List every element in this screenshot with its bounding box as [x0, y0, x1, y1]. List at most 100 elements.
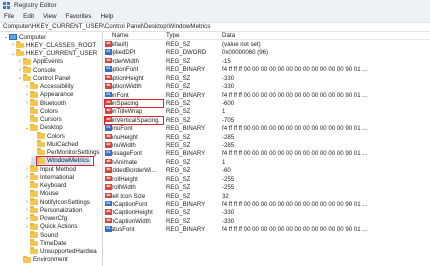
value-type: REG_DWORD: [166, 49, 207, 57]
string-value-icon: ab: [105, 175, 112, 182]
tree-item[interactable]: ⌄ Control Panel: [17, 74, 73, 82]
tree-item[interactable]: › Bluetooth: [24, 98, 68, 107]
value-row[interactable]: 01 StatusFont REG_BINARY f4 ff ff ff 00 00 …: [104, 226, 430, 234]
tree-item[interactable]: › Quick Actions: [24, 222, 79, 231]
folder-icon: [30, 239, 38, 246]
column-header-name[interactable]: Name: [112, 32, 129, 39]
tree-item[interactable]: UnsupportedHardwa: [24, 247, 99, 256]
tree-item[interactable]: › Appearance: [24, 90, 75, 99]
tree-item-label: Control Panel: [33, 74, 71, 82]
string-value-icon: ab: [105, 142, 112, 148]
value-name-cell: ab MinAnimate: [105, 158, 137, 166]
value-name-cell: ab IconTitleWrap: [105, 108, 142, 115]
tree-item[interactable]: Sound: [24, 230, 60, 239]
tree-item[interactable]: › Personalization: [24, 206, 84, 214]
value-name-cell: ab SmCaptionHeight: [105, 209, 153, 216]
value-type: REG_SZ: [166, 175, 191, 183]
folder-icon: [30, 222, 38, 230]
value-name-cell: 01 MenuFont: [105, 125, 132, 132]
value-row[interactable]: ab ScrollHeight REG_SZ -255: [104, 175, 430, 184]
value-data: 1: [222, 108, 226, 116]
tree-item[interactable]: › Input Method: [24, 164, 78, 173]
tree-item[interactable]: Keyboard: [24, 181, 69, 190]
value-type: REG_BINARY: [166, 125, 206, 133]
tree-item[interactable]: ⌄ Desktop: [24, 123, 65, 132]
string-value-icon: ab: [105, 108, 112, 114]
menu-edit[interactable]: Edit: [23, 13, 34, 20]
tree-item[interactable]: ⌄ Computer: [3, 33, 48, 41]
tree-item-label: Input Method: [40, 165, 77, 173]
tree-item[interactable]: TimeDate: [24, 239, 69, 247]
value-type: REG_BINARY: [166, 66, 206, 74]
tree-item-label: Colors: [40, 107, 58, 115]
column-header-type[interactable]: Type: [166, 32, 179, 39]
folder-icon: [37, 131, 45, 139]
tree-item[interactable]: › PowerCfg: [24, 214, 69, 223]
tree-item[interactable]: › International: [24, 173, 76, 181]
value-data: f4 ff ff ff 00 00 00 00 00 00 00 00 00 0…: [222, 226, 368, 234]
tree-item-label: Accessibility: [40, 83, 74, 90]
tree-item[interactable]: › AppEvents: [17, 57, 65, 66]
value-name: PaddedBorderWi...: [105, 167, 157, 175]
value-row[interactable]: ab BorderWidth REG_SZ -15: [104, 57, 430, 66]
value-row[interactable]: ab (Default) REG_SZ (value not set): [104, 41, 430, 49]
tree-item[interactable]: Mouse: [24, 189, 61, 198]
tree-item-label: Bluetooth: [40, 99, 67, 107]
value-name-cell: 01 SmCaptionFont: [105, 200, 147, 208]
value-row[interactable]: ab SmCaptionHeight REG_SZ -330: [104, 209, 430, 217]
value-name-cell: 01 AppliedDPI: [105, 49, 136, 56]
folder-icon: [37, 148, 45, 156]
value-name-cell: ab MenuHeight: [105, 133, 138, 141]
tree-item[interactable]: ⌄ HKEY_CURRENT_USER: [10, 49, 99, 58]
menu-file[interactable]: File: [4, 13, 14, 20]
tree-item[interactable]: › HKEY_CLASSES_ROOT: [10, 41, 98, 49]
tree-item[interactable]: Cursors: [24, 115, 64, 124]
address-bar[interactable]: Computer\HKEY_CURRENT_USER\Control Panel…: [0, 22, 430, 32]
tree-item[interactable]: Colors: [31, 131, 67, 140]
menu-bar: File Edit View Favorites Help: [0, 11, 430, 22]
tree-item-label: Cursors: [40, 116, 62, 123]
menu-help[interactable]: Help: [100, 13, 113, 20]
tree-item-label: Appearance: [40, 91, 74, 99]
value-row[interactable]: ab MenuWidth REG_SZ -285: [104, 142, 430, 150]
value-row[interactable]: ab CaptionHeight REG_SZ -330: [104, 74, 430, 83]
value-row[interactable]: ab CaptionWidth REG_SZ -330: [104, 83, 430, 91]
value-data: -330: [222, 217, 235, 225]
value-data: -60: [222, 167, 231, 175]
tree-item[interactable]: MuiCached: [31, 140, 80, 148]
registry-app-icon: [3, 2, 10, 9]
tree-item[interactable]: › NotifyIconSettings: [24, 197, 92, 206]
string-value-icon: ab: [105, 133, 112, 140]
tree-item-label: Quick Actions: [40, 223, 78, 231]
menu-favorites[interactable]: Favorites: [66, 13, 92, 20]
value-row[interactable]: ab MenuHeight REG_SZ -285: [104, 133, 430, 142]
binary-value-icon: 01: [105, 200, 112, 207]
value-row[interactable]: ab SmCaptionWidth REG_SZ -330: [104, 217, 430, 226]
value-row[interactable]: ab MinAnimate REG_SZ 1: [104, 158, 430, 167]
folder-icon: [30, 82, 38, 90]
value-data: -705: [222, 116, 235, 124]
menu-view[interactable]: View: [43, 13, 57, 20]
tree-item-label: PowerCfg: [40, 215, 68, 222]
tree-item[interactable]: › Accessibility: [24, 82, 76, 91]
column-header-data[interactable]: Data: [222, 32, 235, 39]
tree-item[interactable]: Environment: [17, 255, 70, 264]
value-row[interactable]: 01 MessageFont REG_BINARY f4 ff ff ff 00 00…: [104, 150, 430, 158]
tree-item[interactable]: › Console: [17, 65, 58, 74]
value-type: REG_SZ: [166, 217, 191, 225]
tree-item-label: NotifyIconSettings: [40, 198, 90, 206]
value-data: f4 ff ff ff 00 00 00 00 00 00 00 00 00 0…: [222, 91, 368, 99]
value-row[interactable]: 01 SmCaptionFont REG_BINARY f4 ff ff ff 00 …: [104, 200, 430, 209]
value-row[interactable]: ab PaddedBorderWi... REG_SZ -60: [104, 167, 430, 175]
value-row[interactable]: 01 MenuFont REG_BINARY f4 ff ff ff 00 00 00…: [104, 125, 430, 133]
value-name-cell: ab ScrollHeight: [105, 175, 138, 183]
tree-item-label: HKEY_CLASSES_ROOT: [26, 41, 97, 49]
value-row[interactable]: 01 CaptionFont REG_BINARY f4 ff ff ff 00 00…: [104, 66, 430, 74]
value-row[interactable]: 01 AppliedDPI REG_DWORD 0x00000060 (96): [104, 49, 430, 57]
value-row[interactable]: ab ScrollWidth REG_SZ -255: [104, 184, 430, 192]
value-row[interactable]: ab Shell Icon Size REG_SZ 32: [104, 192, 430, 201]
folder-icon: [30, 107, 38, 114]
tree-item[interactable]: Colors: [24, 107, 60, 115]
string-value-icon: ab: [105, 83, 112, 89]
value-type: REG_SZ: [166, 158, 191, 166]
